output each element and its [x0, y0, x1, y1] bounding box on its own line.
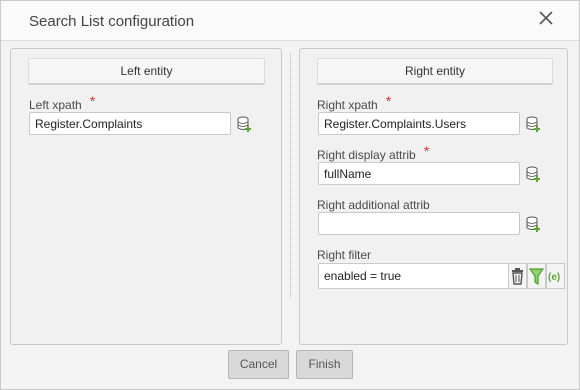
database-add-icon[interactable]	[526, 166, 540, 184]
left-entity-header: Left entity	[28, 58, 265, 85]
svg-text:(e): (e)	[548, 272, 560, 283]
required-marker: *	[423, 143, 430, 159]
dialog-title: Search List configuration	[29, 13, 195, 30]
right-additional-attrib-input[interactable]	[318, 212, 520, 235]
database-add-icon[interactable]	[526, 116, 540, 134]
database-add-icon[interactable]	[526, 216, 540, 234]
required-marker: *	[385, 93, 392, 109]
close-icon[interactable]	[535, 7, 557, 29]
right-xpath-label-text: Right xpath	[317, 98, 378, 112]
left-xpath-label: Left xpath *	[29, 93, 96, 112]
right-display-label-text: Right display attrib	[317, 148, 416, 162]
right-entity-panel: Right entity	[299, 48, 568, 345]
left-xpath-label-text: Left xpath	[29, 98, 82, 112]
expression-button[interactable]: (e)	[546, 263, 565, 289]
left-entity-panel: Left entity	[10, 48, 282, 345]
expression-icon: (e)	[548, 272, 560, 283]
left-xpath-input[interactable]	[29, 112, 231, 135]
right-display-label: Right display attrib *	[317, 143, 430, 162]
right-display-attrib-input[interactable]	[318, 162, 520, 185]
cancel-button[interactable]: Cancel	[228, 350, 289, 379]
search-list-config-dialog: Search List configuration Left entity Ri…	[0, 0, 580, 390]
database-add-icon[interactable]	[237, 116, 251, 134]
funnel-icon	[528, 268, 545, 286]
right-xpath-input[interactable]	[318, 112, 520, 135]
dialog-titlebar: Search List configuration	[1, 1, 579, 41]
finish-button[interactable]: Finish	[296, 350, 353, 379]
right-filter-input[interactable]	[318, 263, 509, 289]
right-entity-header: Right entity	[317, 58, 553, 85]
clear-filter-button[interactable]	[508, 263, 527, 289]
edit-filter-button[interactable]	[527, 263, 546, 289]
right-xpath-label: Right xpath *	[317, 93, 392, 112]
trash-icon	[512, 268, 523, 285]
panel-splitter[interactable]	[290, 53, 291, 298]
right-additional-label: Right additional attrib	[317, 198, 430, 212]
right-filter-label: Right filter	[317, 248, 372, 262]
required-marker: *	[89, 93, 96, 109]
